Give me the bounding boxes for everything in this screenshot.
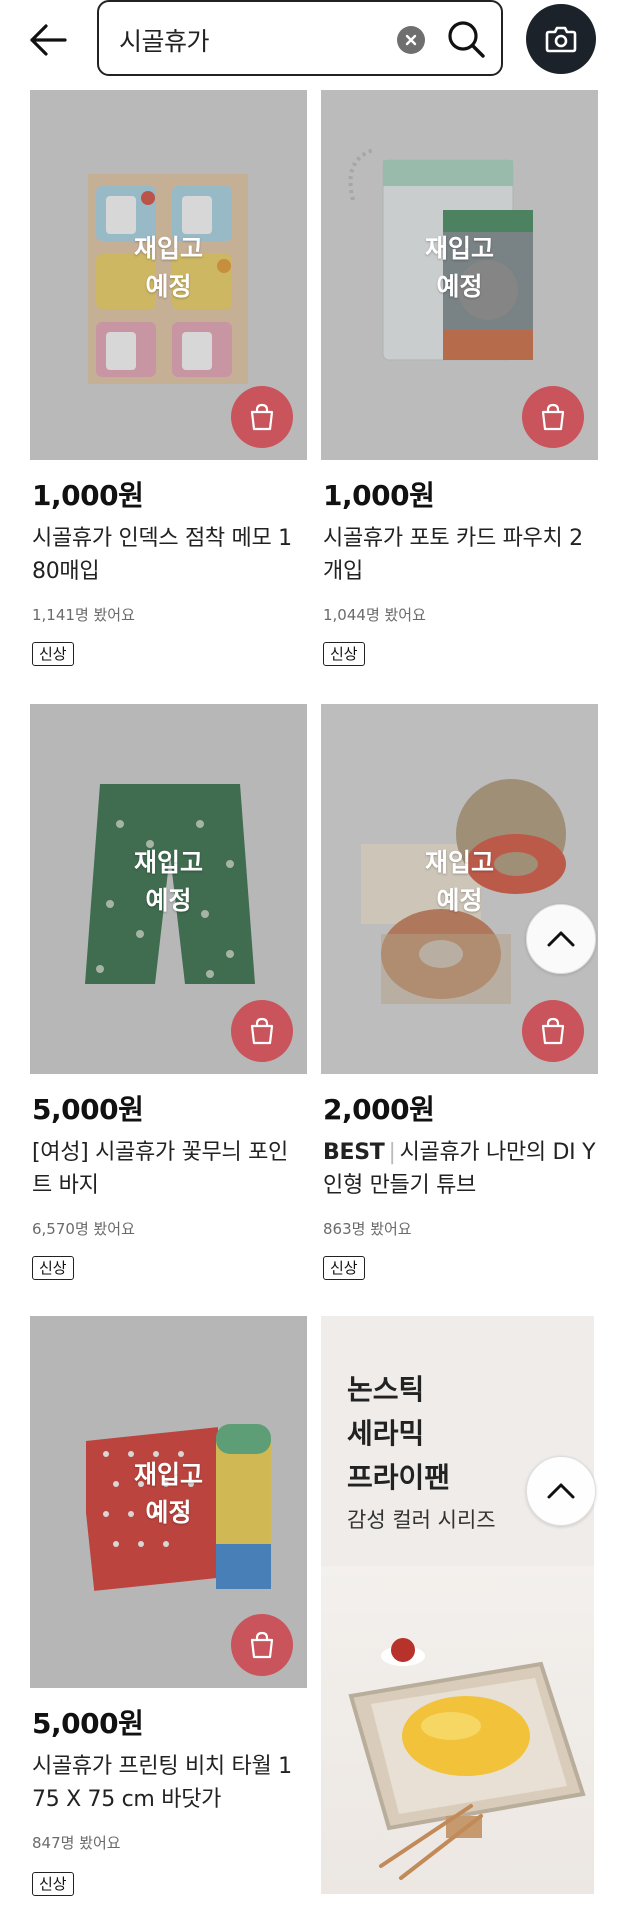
new-badge: 신상 [32, 1256, 74, 1280]
product-price: 2,000원 [323, 1093, 435, 1126]
shopping-bag-icon [250, 1017, 274, 1045]
best-tag: BEST [323, 1140, 385, 1165]
new-badge: 신상 [323, 642, 365, 666]
restock-label: 재입고 예정 [133, 234, 203, 301]
shopping-bag-icon [250, 403, 274, 431]
view-count: 863명 봤어요 [323, 1220, 412, 1238]
shopping-bag-icon [541, 1017, 565, 1045]
add-to-cart-button[interactable] [231, 386, 293, 448]
scroll-to-top-button[interactable] [526, 1456, 596, 1526]
product-image[interactable]: 재입고 예정 [30, 90, 307, 460]
close-icon [405, 34, 417, 46]
product-title[interactable]: 시골휴가 인덱스 점착 메모 1 80매입 [32, 522, 307, 588]
add-to-cart-button[interactable] [522, 386, 584, 448]
restock-label: 재입고 예정 [133, 1460, 203, 1527]
top-bar: 시골휴가 [0, 0, 622, 88]
back-button[interactable] [22, 14, 74, 66]
product-title[interactable]: BEST | 시골휴가 나만의 DI Y 인형 만들기 튜브 [323, 1136, 598, 1202]
product-image[interactable]: 재입고 예정 [30, 1316, 307, 1688]
search-input[interactable]: 시골휴가 [97, 0, 503, 76]
view-count: 6,570명 봤어요 [32, 1220, 135, 1238]
shopping-bag-icon [250, 1631, 274, 1659]
frying-pan-illustration [348, 1638, 586, 1880]
search-icon[interactable] [445, 18, 487, 60]
restock-label: 재입고 예정 [133, 848, 203, 915]
view-count: 847명 봤어요 [32, 1834, 121, 1852]
product-price: 5,000원 [32, 1707, 144, 1740]
arrow-left-icon [30, 24, 67, 56]
add-to-cart-button[interactable] [231, 1000, 293, 1062]
product-price: 1,000원 [32, 479, 144, 512]
product-image[interactable]: 재입고 예정 [321, 704, 598, 1074]
chevron-up-icon [547, 931, 575, 947]
product-title[interactable]: 시골휴가 프린팅 비치 타월 1 75 X 75 cm 바닷가 [32, 1750, 307, 1816]
camera-search-button[interactable] [526, 4, 596, 74]
ad-banner[interactable]: 논스틱 세라믹 프라이팬 감성 컬러 시리즈 [321, 1316, 594, 1894]
chevron-up-icon [547, 1483, 575, 1499]
new-badge: 신상 [323, 1256, 365, 1280]
product-price: 5,000원 [32, 1093, 144, 1126]
add-to-cart-button[interactable] [231, 1614, 293, 1676]
shopping-bag-icon [541, 403, 565, 431]
new-badge: 신상 [32, 642, 74, 666]
product-image[interactable]: 재입고 예정 [30, 704, 307, 1074]
product-price: 1,000원 [323, 479, 435, 512]
clear-search-button[interactable] [397, 26, 425, 54]
ad-image [321, 1566, 594, 1894]
add-to-cart-button[interactable] [522, 1000, 584, 1062]
camera-icon [545, 26, 577, 53]
product-title[interactable]: 시골휴가 포토 카드 파우치 2 개입 [323, 522, 598, 588]
view-count: 1,141명 봤어요 [32, 606, 135, 624]
ad-subtitle: 감성 컬러 시리즈 [347, 1508, 496, 1532]
divider: | [388, 1140, 396, 1165]
new-badge: 신상 [32, 1872, 74, 1896]
product-title[interactable]: [여성] 시골휴가 꽃무늬 포인 트 바지 [32, 1136, 307, 1202]
search-query[interactable]: 시골휴가 [119, 22, 210, 58]
view-count: 1,044명 봤어요 [323, 606, 426, 624]
scroll-to-top-button[interactable] [526, 904, 596, 974]
ad-title: 논스틱 세라믹 프라이팬 [347, 1373, 451, 1494]
restock-label: 재입고 예정 [424, 234, 494, 301]
product-image[interactable]: 재입고 예정 [321, 90, 598, 460]
